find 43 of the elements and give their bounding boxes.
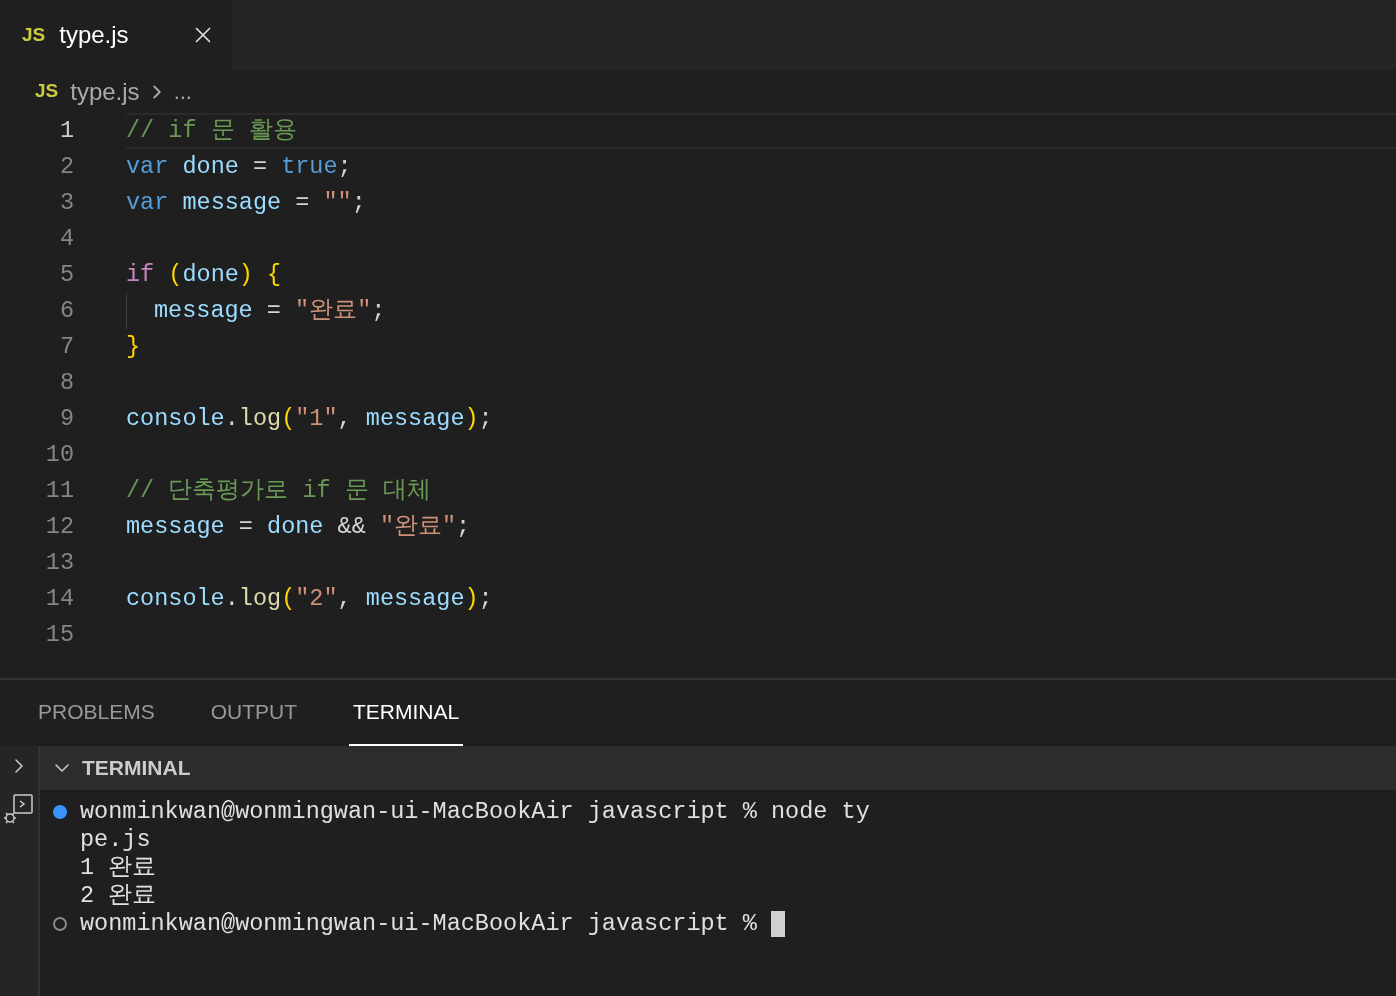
line-number: 6 bbox=[58, 296, 74, 327]
panel-tab[interactable]: OUTPUT bbox=[206, 680, 302, 746]
indent-guide bbox=[126, 293, 127, 329]
line-number: 13 bbox=[44, 548, 74, 579]
code-line: var done = true; bbox=[126, 152, 352, 183]
line-number: 12 bbox=[44, 512, 74, 543]
section-title: TERMINAL bbox=[82, 755, 191, 782]
editor-tab[interactable]: JS type.js bbox=[0, 0, 232, 70]
line-number: 8 bbox=[58, 368, 74, 399]
code-line: console.log("1", message); bbox=[126, 404, 493, 435]
code-line: } bbox=[126, 332, 141, 363]
panel-tab[interactable]: PROBLEMS bbox=[34, 680, 159, 746]
terminal-line: 2 완료 bbox=[80, 881, 157, 912]
js-file-icon: JS bbox=[35, 77, 59, 106]
line-number: 1 bbox=[58, 116, 74, 147]
terminal-line: wonminkwan@wonmingwan-ui-MacBookAir javascript % node ty bbox=[80, 797, 870, 828]
line-number: 14 bbox=[44, 584, 74, 615]
code-line: if (done) { bbox=[126, 260, 282, 291]
line-number: 3 bbox=[58, 188, 74, 219]
line-number: 2 bbox=[58, 152, 74, 183]
line-number: 7 bbox=[58, 332, 74, 363]
breadcrumb-item[interactable]: type.js bbox=[70, 73, 140, 110]
terminal-line: pe.js bbox=[80, 825, 151, 856]
terminal-section-header[interactable]: TERMINAL bbox=[40, 746, 1396, 790]
code-line: console.log("2", message); bbox=[126, 584, 493, 615]
code-line: // 단축평가로 if 문 대체 bbox=[126, 476, 431, 507]
code-line: // if 문 활용 bbox=[126, 116, 297, 147]
code-line: var message = ""; bbox=[126, 188, 366, 219]
line-number: 10 bbox=[44, 440, 74, 471]
line-number: 11 bbox=[44, 476, 74, 507]
line-number: 9 bbox=[58, 404, 74, 435]
code-line: message = done && "완료"; bbox=[126, 512, 471, 543]
js-file-icon: JS bbox=[22, 20, 46, 50]
terminal-line: wonminkwan@wonmingwan-ui-MacBookAir javascript % bbox=[80, 909, 757, 940]
breadcrumb-item[interactable]: ... bbox=[173, 75, 192, 108]
debug-console-icon[interactable] bbox=[2, 792, 36, 826]
terminal-cursor bbox=[770, 911, 785, 937]
line-number: 15 bbox=[44, 620, 74, 651]
code-line: message = "완료"; bbox=[154, 296, 386, 327]
tab-label: type.js bbox=[59, 20, 129, 50]
terminal-line: 1 완료 bbox=[80, 853, 157, 884]
line-number: 4 bbox=[58, 224, 74, 255]
line-number: 5 bbox=[58, 260, 74, 291]
